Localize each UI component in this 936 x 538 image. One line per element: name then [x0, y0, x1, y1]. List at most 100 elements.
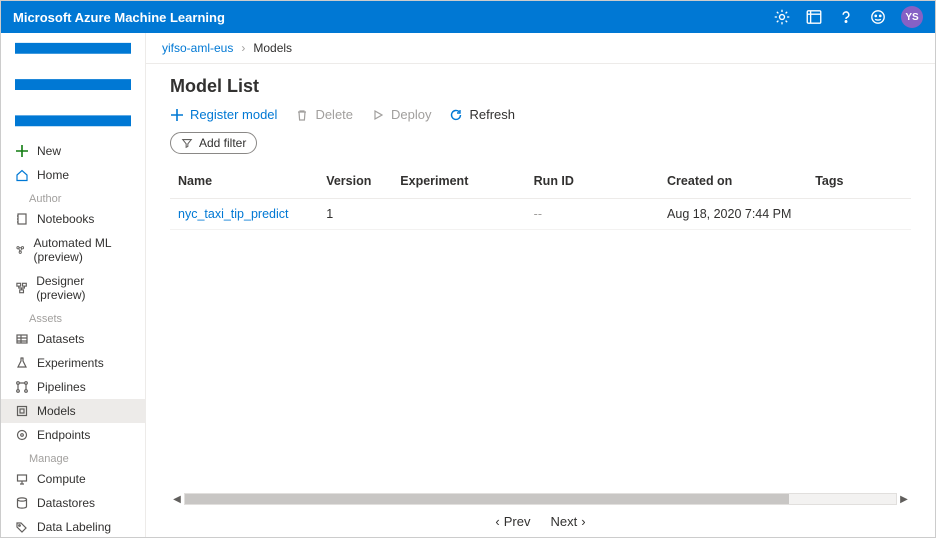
register-model-button[interactable]: Register model	[170, 107, 277, 122]
button-label: Register model	[190, 107, 277, 122]
plus-icon	[170, 108, 184, 122]
col-tags[interactable]: Tags	[807, 164, 911, 199]
col-run-id[interactable]: Run ID	[526, 164, 659, 199]
sidebar-item-label: Home	[37, 168, 69, 182]
trash-icon	[295, 108, 309, 122]
refresh-icon	[449, 108, 463, 122]
flask-icon	[15, 356, 29, 370]
sidebar-item-endpoints[interactable]: Endpoints	[1, 423, 145, 447]
col-created-on[interactable]: Created on	[659, 164, 807, 199]
sidebar-item-label: Models	[37, 404, 76, 418]
add-filter-button[interactable]: Add filter	[170, 132, 257, 154]
refresh-button[interactable]: Refresh	[449, 107, 515, 122]
pagination: ‹ Prev Next ›	[146, 506, 935, 537]
scroll-thumb[interactable]	[185, 494, 789, 504]
sidebar-item-label: Designer (preview)	[36, 274, 131, 302]
sidebar-item-label: Data Labeling	[37, 520, 111, 534]
sidebar-item-designer[interactable]: Designer (preview)	[1, 269, 145, 307]
sidebar-item-label: Experiments	[37, 356, 104, 370]
sidebar-item-home[interactable]: Home	[1, 163, 145, 187]
section-author: Author	[1, 187, 145, 207]
breadcrumb: yifso-aml-eus › Models	[146, 33, 935, 64]
play-icon	[371, 108, 385, 122]
sidebar-item-new[interactable]: New	[1, 139, 145, 163]
button-label: Deploy	[391, 107, 431, 122]
plus-icon	[15, 144, 29, 158]
model-version: 1	[318, 199, 392, 230]
brand-title: Microsoft Azure Machine Learning	[13, 10, 773, 25]
sidebar-item-compute[interactable]: Compute	[1, 467, 145, 491]
table-row[interactable]: nyc_taxi_tip_predict 1 -- Aug 18, 2020 7…	[170, 199, 911, 230]
feedback-icon[interactable]	[869, 8, 887, 26]
sidebar-item-label: Datasets	[37, 332, 84, 346]
chevron-left-icon: ‹	[495, 514, 499, 529]
designer-icon	[15, 281, 28, 295]
deploy-button: Deploy	[371, 107, 431, 122]
tag-icon	[15, 520, 29, 534]
prev-button[interactable]: ‹ Prev	[495, 514, 530, 529]
datasets-icon	[15, 332, 29, 346]
breadcrumb-current: Models	[253, 41, 292, 55]
button-label: Prev	[504, 514, 531, 529]
scroll-left-icon[interactable]: ◀	[170, 494, 184, 505]
model-experiment	[392, 199, 525, 230]
section-manage: Manage	[1, 447, 145, 467]
section-assets: Assets	[1, 307, 145, 327]
chevron-right-icon: ›	[241, 41, 245, 55]
endpoints-icon	[15, 428, 29, 442]
sidebar-item-label: Datastores	[37, 496, 95, 510]
sidebar-item-datastores[interactable]: Datastores	[1, 491, 145, 515]
main: yifso-aml-eus › Models Model List Regist…	[146, 33, 935, 537]
sidebar: New Home Author Notebooks Automated ML (…	[1, 33, 146, 537]
compute-icon	[15, 472, 29, 486]
sidebar-item-label: Pipelines	[37, 380, 86, 394]
sidebar-item-automated-ml[interactable]: Automated ML (preview)	[1, 231, 145, 269]
gear-icon[interactable]	[773, 8, 791, 26]
sidebar-item-label: Notebooks	[37, 212, 94, 226]
scroll-track[interactable]	[184, 493, 897, 505]
sidebar-item-pipelines[interactable]: Pipelines	[1, 375, 145, 399]
notebook-icon	[15, 212, 29, 226]
help-icon[interactable]	[837, 8, 855, 26]
sidebar-item-datasets[interactable]: Datasets	[1, 327, 145, 351]
model-created-on: Aug 18, 2020 7:44 PM	[659, 199, 807, 230]
table-header-row: Name Version Experiment Run ID Created o…	[170, 164, 911, 199]
models-icon	[15, 404, 29, 418]
sidebar-item-data-labeling[interactable]: Data Labeling	[1, 515, 145, 537]
sidebar-item-label: Endpoints	[37, 428, 90, 442]
col-version[interactable]: Version	[318, 164, 392, 199]
model-name-link[interactable]: nyc_taxi_tip_predict	[178, 207, 288, 221]
top-bar: Microsoft Azure Machine Learning YS	[1, 1, 935, 33]
top-icons: YS	[773, 6, 923, 28]
home-icon	[15, 168, 29, 182]
button-label: Add filter	[199, 136, 246, 150]
hamburger-icon[interactable]	[1, 33, 145, 139]
button-label: Next	[551, 514, 578, 529]
filter-icon	[181, 137, 193, 149]
datastore-icon	[15, 496, 29, 510]
avatar[interactable]: YS	[901, 6, 923, 28]
toolbar: Register model Delete Deploy Refresh	[170, 107, 911, 122]
sidebar-item-label: New	[37, 144, 61, 158]
pipeline-icon	[15, 380, 29, 394]
directory-icon[interactable]	[805, 8, 823, 26]
models-table: Name Version Experiment Run ID Created o…	[170, 164, 911, 230]
model-run-id: --	[526, 199, 659, 230]
sidebar-item-label: Compute	[37, 472, 86, 486]
button-label: Refresh	[469, 107, 515, 122]
model-tags	[807, 199, 911, 230]
col-name[interactable]: Name	[170, 164, 318, 199]
col-experiment[interactable]: Experiment	[392, 164, 525, 199]
horizontal-scrollbar[interactable]: ◀ ▶	[162, 492, 919, 506]
page-title: Model List	[170, 76, 911, 97]
chevron-right-icon: ›	[581, 514, 585, 529]
delete-button: Delete	[295, 107, 353, 122]
sidebar-item-notebooks[interactable]: Notebooks	[1, 207, 145, 231]
sidebar-item-experiments[interactable]: Experiments	[1, 351, 145, 375]
button-label: Delete	[315, 107, 353, 122]
breadcrumb-workspace[interactable]: yifso-aml-eus	[162, 41, 233, 55]
next-button[interactable]: Next ›	[551, 514, 586, 529]
sidebar-item-models[interactable]: Models	[1, 399, 145, 423]
sidebar-item-label: Automated ML (preview)	[33, 236, 131, 264]
scroll-right-icon[interactable]: ▶	[897, 494, 911, 505]
